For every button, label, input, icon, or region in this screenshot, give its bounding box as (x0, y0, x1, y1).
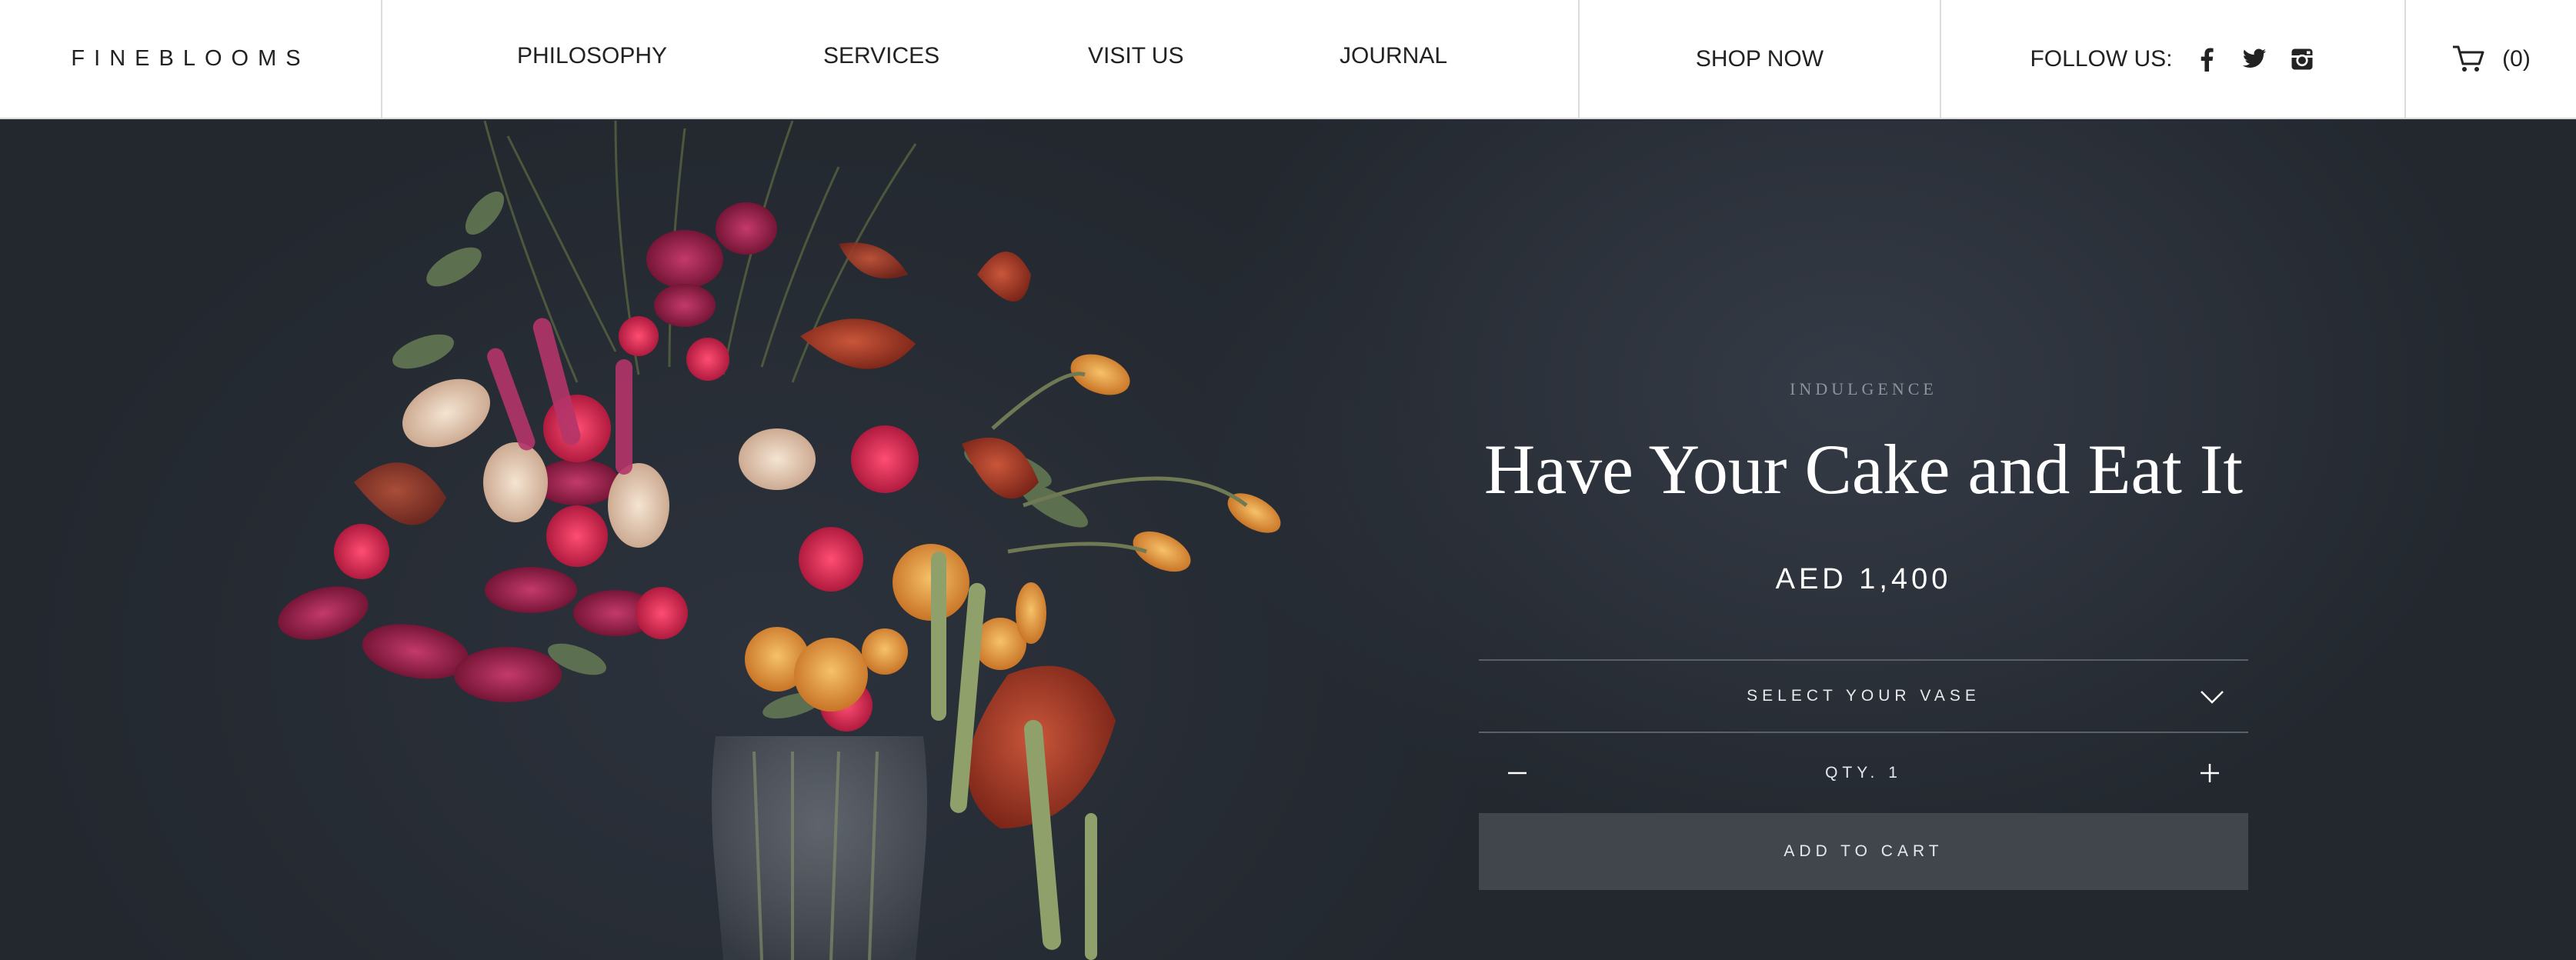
twitter-icon[interactable] (2241, 45, 2268, 73)
nav-philosophy[interactable]: PHILOSOPHY (517, 43, 667, 69)
bouquet-image (278, 121, 1281, 960)
brand-logo[interactable]: FINEBLOOMS (71, 46, 309, 72)
product-hero: INDULGENCE Have Your Cake and Eat It AED… (0, 121, 2576, 960)
nav-journal[interactable]: JOURNAL (1340, 43, 1447, 69)
product-title: Have Your Cake and Eat It (1483, 430, 2244, 508)
site-header: FINEBLOOMS PHILOSOPHY SERVICES VISIT US … (0, 0, 2576, 119)
vase-select[interactable]: SELECT YOUR VASE (1479, 659, 2248, 733)
product-price: AED 1,400 (1775, 563, 1952, 595)
shop-cell: SHOP NOW (1580, 0, 1941, 118)
quantity-label: QTY. 1 (1825, 764, 1902, 782)
follow-label: FOLLOW US: (2030, 45, 2173, 72)
vase-select-label: SELECT YOUR VASE (1747, 687, 1980, 705)
instagram-icon[interactable] (2288, 45, 2316, 73)
quantity-stepper: QTY. 1 (1479, 733, 2248, 813)
add-to-cart-label: ADD TO CART (1784, 842, 1944, 860)
cart-cell[interactable]: (0) (2406, 0, 2576, 118)
cart-count[interactable]: (0) (2502, 46, 2531, 72)
nav-services[interactable]: SERVICES (823, 43, 939, 69)
nav-visit-us[interactable]: VISIT US (1088, 43, 1183, 69)
cart-icon[interactable] (2451, 44, 2485, 75)
main-nav: PHILOSOPHY SERVICES VISIT US JOURNAL (382, 0, 1580, 118)
facebook-icon[interactable] (2193, 45, 2221, 73)
brand-cell: FINEBLOOMS (0, 0, 382, 118)
follow-cell: FOLLOW US: (1941, 0, 2406, 118)
plus-icon[interactable] (2194, 761, 2225, 785)
shop-now-link[interactable]: SHOP NOW (1696, 46, 1824, 72)
minus-icon[interactable] (1502, 761, 1533, 785)
add-to-cart-button[interactable]: ADD TO CART (1479, 813, 2248, 890)
chevron-down-icon[interactable] (2199, 685, 2225, 708)
product-category: INDULGENCE (1790, 379, 1937, 398)
